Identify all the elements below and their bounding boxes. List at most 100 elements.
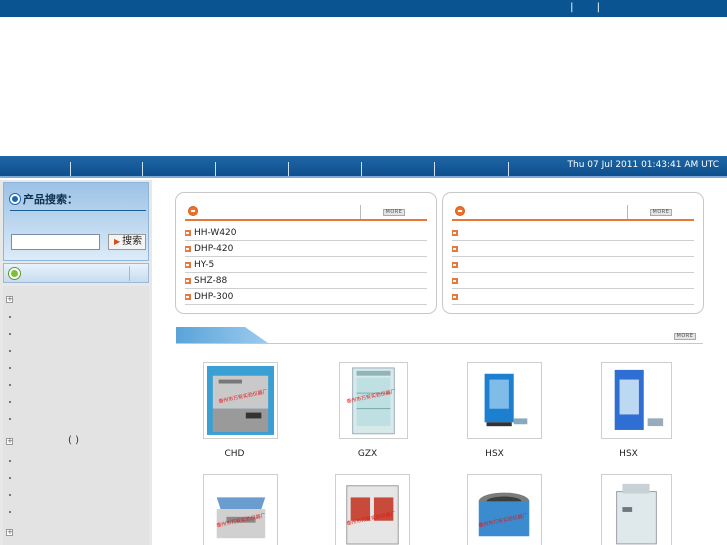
list-item[interactable]	[452, 225, 694, 241]
product-image[interactable]	[605, 478, 668, 545]
search-button-label: 搜索	[122, 236, 143, 247]
more-button[interactable]: MORE	[383, 209, 405, 216]
category-item[interactable]	[6, 380, 146, 390]
list-item[interactable]	[452, 241, 694, 257]
product-label[interactable]: GZX	[330, 449, 405, 459]
bullet-icon	[185, 246, 191, 252]
search-title-text: 产品搜索：	[23, 193, 78, 206]
list-item[interactable]: DHP-300	[185, 289, 427, 305]
dot-icon	[9, 401, 11, 403]
expand-icon[interactable]: +	[6, 529, 13, 536]
product-card[interactable]: 泰州市万安实验仪器厂	[339, 362, 408, 439]
orange-bullet-icon	[455, 206, 465, 216]
category-item[interactable]	[6, 346, 146, 356]
product-label[interactable]: CHD	[197, 449, 272, 459]
category-item[interactable]	[6, 329, 146, 339]
nav-separator	[434, 162, 435, 176]
search-title: 产品搜索：	[10, 191, 78, 207]
showcase-header: MORE	[176, 327, 703, 344]
bullet-icon	[452, 278, 458, 284]
divider	[129, 266, 130, 281]
bullet-icon	[185, 278, 191, 284]
nav-separator	[508, 162, 509, 176]
category-item[interactable]	[6, 397, 146, 407]
dot-icon	[9, 333, 11, 335]
dot-icon	[9, 460, 11, 462]
category-item[interactable]: + ( )	[6, 435, 146, 446]
category-item[interactable]	[6, 456, 146, 466]
list-item-label[interactable]: HY-5	[194, 260, 214, 270]
nav-separator	[70, 162, 71, 176]
panel-header: MORE	[452, 205, 694, 221]
orange-bullet-icon	[188, 206, 198, 216]
list-item[interactable]: SHZ-88	[185, 273, 427, 289]
dot-icon	[9, 350, 11, 352]
category-item[interactable]	[6, 312, 146, 322]
dot-icon	[9, 477, 11, 479]
product-image[interactable]	[471, 478, 538, 545]
list-item[interactable]: HH-W420	[185, 225, 427, 241]
dot-icon	[9, 316, 11, 318]
product-search-box: 产品搜索： ▶ 搜索	[3, 182, 149, 261]
product-card[interactable]	[601, 362, 672, 439]
product-label[interactable]: HSX	[457, 449, 532, 459]
divider	[627, 205, 628, 219]
search-input[interactable]	[11, 234, 100, 250]
nav-separator	[288, 162, 289, 176]
category-item[interactable]	[6, 414, 146, 424]
category-item[interactable]	[6, 473, 146, 483]
product-image[interactable]	[605, 366, 668, 435]
expand-icon[interactable]: +	[6, 296, 13, 303]
dot-icon	[9, 367, 11, 369]
product-card[interactable]	[467, 362, 542, 439]
bullet-icon	[185, 262, 191, 268]
category-item[interactable]	[6, 490, 146, 500]
product-card[interactable]: 泰州市万安实验仪器厂	[467, 474, 542, 545]
nav-separator	[142, 162, 143, 176]
showcase-tab	[176, 327, 268, 343]
sidebar: 产品搜索： ▶ 搜索 + + ( ) +	[0, 180, 152, 545]
category-label: ( )	[68, 435, 79, 446]
bullet-icon	[452, 246, 458, 252]
top-bar: | |	[0, 0, 727, 17]
category-list: + + ( ) +	[3, 286, 149, 545]
category-item[interactable]	[6, 507, 146, 517]
category-header	[3, 263, 149, 283]
list-item[interactable]: HY-5	[185, 257, 427, 273]
more-button[interactable]: MORE	[650, 209, 672, 216]
list-item-label[interactable]: SHZ-88	[194, 276, 227, 286]
list-item-label[interactable]: DHP-420	[194, 244, 233, 254]
dot-icon	[9, 511, 11, 513]
category-item[interactable]: +	[6, 294, 146, 304]
bullet-icon	[10, 194, 20, 204]
nav-separator	[215, 162, 216, 176]
search-button[interactable]: ▶ 搜索	[108, 234, 146, 250]
product-label[interactable]: HSX	[591, 449, 666, 459]
category-item[interactable]: +	[6, 527, 146, 537]
list-item[interactable]	[452, 273, 694, 289]
product-card[interactable]: 泰州市万安实验仪器厂	[203, 474, 278, 545]
product-image[interactable]	[471, 366, 538, 435]
product-image[interactable]	[339, 478, 406, 545]
bullet-icon	[185, 294, 191, 300]
product-news-panel-left: MORE HH-W420 DHP-420 HY-5 SHZ-88 DHP-300	[175, 192, 437, 314]
dot-icon	[9, 384, 11, 386]
bullet-icon	[452, 230, 458, 236]
list-item-label[interactable]: DHP-300	[194, 292, 233, 302]
top-links[interactable]: | |	[570, 2, 610, 13]
list-item[interactable]	[452, 257, 694, 273]
bullet-icon	[185, 230, 191, 236]
list-item[interactable]	[452, 289, 694, 305]
product-card[interactable]	[601, 474, 672, 545]
product-card[interactable]: 泰州市万安实验仪器厂	[203, 362, 278, 439]
expand-icon[interactable]: +	[6, 438, 13, 445]
list-item[interactable]: DHP-420	[185, 241, 427, 257]
bullet-icon	[452, 262, 458, 268]
more-button[interactable]: MORE	[674, 333, 696, 340]
list-item-label[interactable]: HH-W420	[194, 228, 237, 238]
category-item[interactable]	[6, 363, 146, 373]
divider	[360, 205, 361, 219]
arrow-right-icon: ▶	[114, 237, 121, 246]
product-card[interactable]: 泰州市万安实验仪器厂	[335, 474, 410, 545]
current-datetime: Thu 07 Jul 2011 01:43:41 AM UTC	[567, 160, 719, 170]
